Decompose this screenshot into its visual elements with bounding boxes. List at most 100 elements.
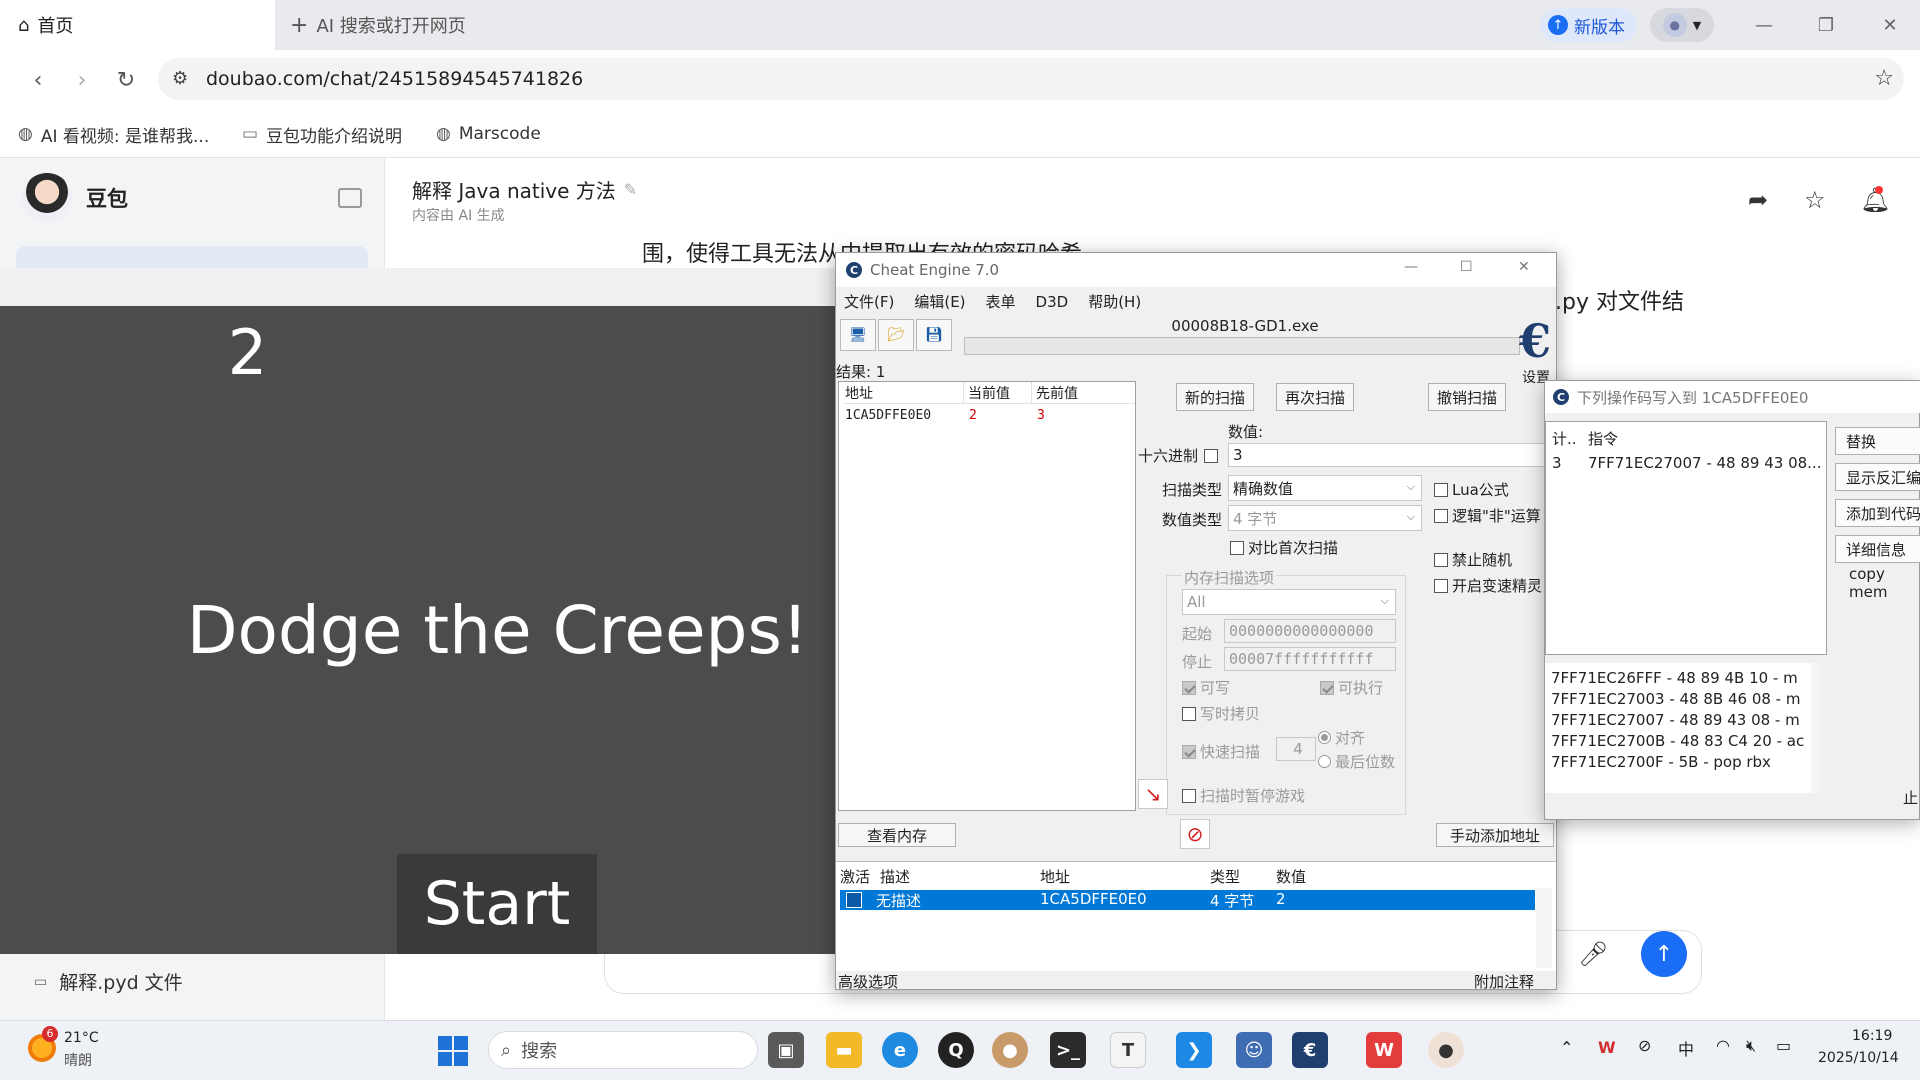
back-button[interactable]: ‹ bbox=[22, 64, 54, 96]
ime-indicator[interactable]: 中 bbox=[1678, 1036, 1694, 1060]
executable-checkbox[interactable]: 可执行 bbox=[1320, 677, 1383, 698]
add-comment-button[interactable]: 附加注释 bbox=[1474, 971, 1534, 992]
menu-d3d[interactable]: D3D bbox=[1036, 293, 1069, 311]
more-info-button[interactable]: 详细信息 bbox=[1835, 535, 1920, 563]
godot-icon[interactable]: ☺ bbox=[1236, 1032, 1272, 1068]
col-value[interactable]: 数值 bbox=[1276, 866, 1306, 887]
disassembly-view[interactable]: 7FF71EC26FFF - 48 89 4B 10 - m 7FF71EC27… bbox=[1545, 663, 1821, 793]
stop-button-fragment[interactable]: 止 bbox=[1903, 787, 1918, 808]
bookmark-star-icon[interactable]: ☆ bbox=[1874, 66, 1894, 91]
battery-icon[interactable]: ▭ bbox=[1776, 1036, 1791, 1055]
cheat-engine-settings-logo[interactable]: € bbox=[1519, 315, 1559, 367]
start-menu-button[interactable] bbox=[438, 1036, 468, 1066]
show-disassembler-button[interactable]: 显示反汇编 bbox=[1835, 463, 1920, 491]
cheat-table[interactable]: 激活 描述 地址 类型 数值 无描述 1CA5DFFE0E0 4 字节 2 bbox=[836, 861, 1556, 971]
clear-list-button[interactable]: ⊘ bbox=[1180, 819, 1210, 849]
clock-date[interactable]: 2025/10/14 bbox=[1818, 1050, 1899, 1066]
clock-time[interactable]: 16:19 bbox=[1852, 1028, 1892, 1044]
value-type-select[interactable]: 4 字节 ⌵ bbox=[1228, 505, 1422, 531]
value-input[interactable]: 3 bbox=[1228, 443, 1550, 467]
align-radio[interactable]: 对齐 bbox=[1318, 727, 1365, 748]
sidebar-item[interactable]: ▭ 解释.pyd 文件 bbox=[34, 968, 183, 995]
doubao-app-icon[interactable]: ● bbox=[1428, 1032, 1464, 1068]
open-process-button[interactable]: 🖥︎ bbox=[840, 319, 876, 351]
share-icon[interactable]: ➦ bbox=[1748, 186, 1768, 214]
cheat-engine-icon[interactable]: € bbox=[1292, 1032, 1328, 1068]
pause-game-checkbox[interactable]: 扫描时暂停游戏 bbox=[1182, 785, 1305, 806]
network-off-icon[interactable]: ⊘ bbox=[1638, 1036, 1651, 1055]
col-instruction[interactable]: 指令 bbox=[1588, 428, 1618, 449]
terminal-icon[interactable]: >_ bbox=[1050, 1032, 1086, 1068]
star-icon[interactable]: ☆ bbox=[1804, 186, 1826, 214]
advanced-options-button[interactable]: 高级选项 bbox=[838, 971, 898, 992]
table-row[interactable]: 无描述 1CA5DFFE0E0 4 字节 2 bbox=[840, 890, 1535, 910]
task-view-icon[interactable]: ▣ bbox=[768, 1032, 804, 1068]
new-version-button[interactable]: ↑ 新版本 bbox=[1540, 8, 1637, 42]
restore-button[interactable]: ❐ bbox=[1796, 0, 1856, 50]
forward-button[interactable]: › bbox=[66, 64, 98, 96]
start-address-input[interactable]: 0000000000000000 bbox=[1224, 619, 1396, 643]
copy-on-write-checkbox[interactable]: 写时拷贝 bbox=[1182, 703, 1260, 724]
copy-memory-label[interactable]: copy mem bbox=[1849, 565, 1919, 601]
undo-scan-button[interactable]: 撤销扫描 bbox=[1428, 383, 1507, 411]
col-previous[interactable]: 先前值 bbox=[1031, 382, 1135, 404]
minimize-button[interactable]: — bbox=[1734, 0, 1794, 50]
wps-tray-icon[interactable]: W bbox=[1598, 1038, 1616, 1057]
edit-icon[interactable]: ✎ bbox=[624, 180, 637, 199]
fast-scan-value[interactable]: 4 bbox=[1276, 737, 1316, 761]
replace-button[interactable]: 替换 bbox=[1835, 427, 1920, 455]
show-hidden-icons[interactable]: ⌃ bbox=[1560, 1038, 1573, 1057]
wps-icon[interactable]: W bbox=[1366, 1032, 1402, 1068]
speedhack-checkbox[interactable]: 开启变速精灵 bbox=[1434, 575, 1554, 596]
file-explorer-icon[interactable]: ▬ bbox=[826, 1032, 862, 1068]
lua-formula-checkbox[interactable]: Lua公式 bbox=[1434, 479, 1509, 500]
open-file-button[interactable]: 📂︎ bbox=[878, 319, 914, 351]
next-scan-button[interactable]: 再次扫描 bbox=[1276, 383, 1355, 411]
col-active[interactable]: 激活 bbox=[840, 866, 870, 887]
col-description[interactable]: 描述 bbox=[880, 866, 910, 887]
fast-scan-checkbox[interactable]: 快速扫描 bbox=[1182, 741, 1260, 762]
col-count[interactable]: 计.. bbox=[1552, 428, 1577, 449]
hex-checkbox[interactable]: 十六进制 bbox=[1138, 445, 1222, 466]
minimize-icon[interactable]: — bbox=[1404, 259, 1418, 275]
tab-home[interactable]: ⌂ 首页 bbox=[0, 0, 275, 50]
table-scrollbar[interactable] bbox=[1536, 888, 1552, 968]
bookmark-item[interactable]: ◍ AI 看视频: 是谁帮我... bbox=[18, 118, 209, 150]
last-digits-radio[interactable]: 最后位数 bbox=[1318, 751, 1395, 772]
close-button[interactable]: ✕ bbox=[1860, 0, 1920, 50]
active-checkbox[interactable] bbox=[846, 892, 862, 908]
volume-muted-icon[interactable]: 🔇︎ bbox=[1746, 1036, 1756, 1056]
taskbar-search[interactable]: ⌕ 搜索 bbox=[488, 1031, 758, 1069]
opcode-list[interactable]: 计.. 指令 3 7FF71EC27007 - 48 89 43 08... bbox=[1545, 421, 1827, 655]
compare-first-checkbox[interactable]: 对比首次扫描 bbox=[1230, 537, 1338, 558]
logic-not-checkbox[interactable]: 逻辑"非"运算 bbox=[1434, 505, 1554, 526]
opcode-instruction[interactable]: 7FF71EC27007 - 48 89 43 08... bbox=[1588, 454, 1821, 472]
col-address[interactable]: 地址 bbox=[845, 382, 963, 404]
col-type[interactable]: 类型 bbox=[1210, 866, 1240, 887]
result-address[interactable]: 1CA5DFFE0E0 bbox=[845, 408, 931, 423]
no-random-checkbox[interactable]: 禁止随机 bbox=[1434, 549, 1512, 570]
col-current[interactable]: 当前值 bbox=[963, 382, 1031, 404]
reload-button[interactable]: ↻ bbox=[110, 64, 142, 96]
bookmark-item[interactable]: ◍ Marscode bbox=[436, 118, 541, 150]
stop-address-input[interactable]: 00007fffffffffff bbox=[1224, 647, 1396, 671]
menu-help[interactable]: 帮助(H) bbox=[1088, 291, 1141, 312]
start-button[interactable]: Start bbox=[397, 854, 597, 954]
memory-region-select[interactable]: All ⌵ bbox=[1182, 589, 1396, 615]
add-to-codelist-button[interactable]: 添加到代码 bbox=[1835, 499, 1920, 527]
qq-icon[interactable]: Q bbox=[938, 1032, 974, 1068]
collapse-sidebar-icon[interactable] bbox=[338, 188, 362, 208]
app-avatar-icon[interactable]: ● bbox=[992, 1032, 1028, 1068]
writable-checkbox[interactable]: 可写 bbox=[1182, 677, 1230, 698]
microphone-icon[interactable]: 🎤︎ bbox=[1578, 940, 1608, 968]
wifi-icon[interactable]: ◠ bbox=[1716, 1036, 1730, 1055]
new-tab-button[interactable]: + AI 搜索或打开网页 bbox=[290, 0, 466, 50]
view-memory-button[interactable]: 查看内存 bbox=[838, 823, 956, 847]
new-scan-button[interactable]: 新的扫描 bbox=[1176, 383, 1255, 411]
found-address-list[interactable]: 地址 当前值 先前值 1CA5DFFE0E0 2 3 bbox=[838, 381, 1136, 811]
menu-file[interactable]: 文件(F) bbox=[844, 291, 894, 312]
close-icon[interactable]: ✕ bbox=[1518, 259, 1530, 275]
add-address-manually-button[interactable]: 手动添加地址 bbox=[1436, 823, 1554, 847]
edge-browser-icon[interactable]: e bbox=[882, 1032, 918, 1068]
opcode-count[interactable]: 3 bbox=[1552, 454, 1562, 472]
